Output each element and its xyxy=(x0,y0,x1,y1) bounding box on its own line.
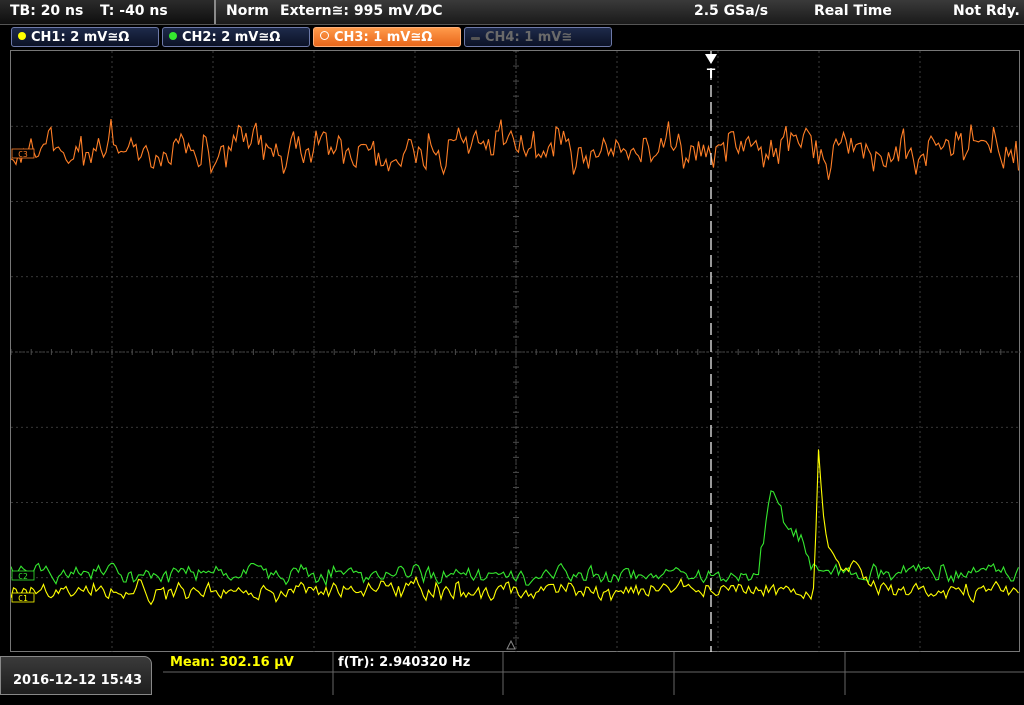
waveform-canvas[interactable]: T C3 C2 C1 xyxy=(10,50,1021,654)
timebase-panel[interactable]: TB: 20 ns T: -40 ns xyxy=(0,0,216,24)
channel-3-trace xyxy=(10,119,1020,180)
channel-2-button[interactable]: CH2: 2 mV≅Ω xyxy=(162,27,310,47)
channel-3-indicator-icon xyxy=(320,31,329,40)
channel-3-button[interactable]: CH3: 1 mV≅Ω xyxy=(313,27,461,47)
channel-1-marker-label: C1 xyxy=(18,594,28,603)
channel-1-offset-marker[interactable]: C1 xyxy=(11,592,35,603)
trigger-source-label[interactable]: Extern≅: 995 mV ⁄DC xyxy=(280,3,442,19)
acquisition-status-label: Not Rdy. xyxy=(953,3,1020,19)
sample-rate-label: 2.5 GSa/s xyxy=(694,3,769,19)
channel-2-indicator-icon xyxy=(169,32,177,40)
channel-3-label: CH3: 1 mV≅Ω xyxy=(334,30,433,45)
trigger-mode-label[interactable]: Norm xyxy=(226,3,269,19)
graticule xyxy=(10,50,1021,654)
channel-3-offset-marker[interactable]: C3 xyxy=(11,148,35,159)
trigger-arrow-icon[interactable] xyxy=(705,54,717,64)
ground-arrow-icon xyxy=(506,639,516,650)
waveform-display[interactable]: T C3 C2 C1 xyxy=(10,50,1021,654)
mean-measurement[interactable]: Mean: 302.16 µV xyxy=(166,656,331,671)
channel-4-label: CH4: 1 mV≅ xyxy=(485,30,573,45)
channel-4-button[interactable]: CH4: 1 mV≅ xyxy=(464,27,612,47)
channel-2-offset-marker[interactable]: C2 xyxy=(11,570,35,581)
trigger-marker-label: T xyxy=(707,65,716,81)
channel-bar: CH1: 2 mV≅Ω CH2: 2 mV≅Ω CH3: 1 mV≅Ω CH4:… xyxy=(0,25,1024,49)
channel-4-indicator-icon xyxy=(471,37,480,40)
channel-1-button[interactable]: CH1: 2 mV≅Ω xyxy=(11,27,159,47)
frequency-measurement[interactable]: f(Tr): 2.940320 Hz xyxy=(338,656,470,671)
timebase-label[interactable]: TB: 20 ns xyxy=(10,3,83,19)
status-bar: TB: 20 ns T: -40 ns Norm Extern≅: 995 mV… xyxy=(0,0,1024,25)
trigger-offset-label[interactable]: T: -40 ns xyxy=(100,3,168,19)
datetime-display: 2016-12-12 15:43 xyxy=(0,656,152,695)
channel-2-label: CH2: 2 mV≅Ω xyxy=(182,30,281,45)
acquisition-mode-label: Real Time xyxy=(814,3,892,19)
channel-1-label: CH1: 2 mV≅Ω xyxy=(31,30,130,45)
channel-2-marker-label: C2 xyxy=(18,572,28,581)
channel-3-marker-label: C3 xyxy=(18,150,28,159)
channel-1-indicator-icon xyxy=(18,32,26,40)
channel-2-trace xyxy=(10,490,1020,587)
